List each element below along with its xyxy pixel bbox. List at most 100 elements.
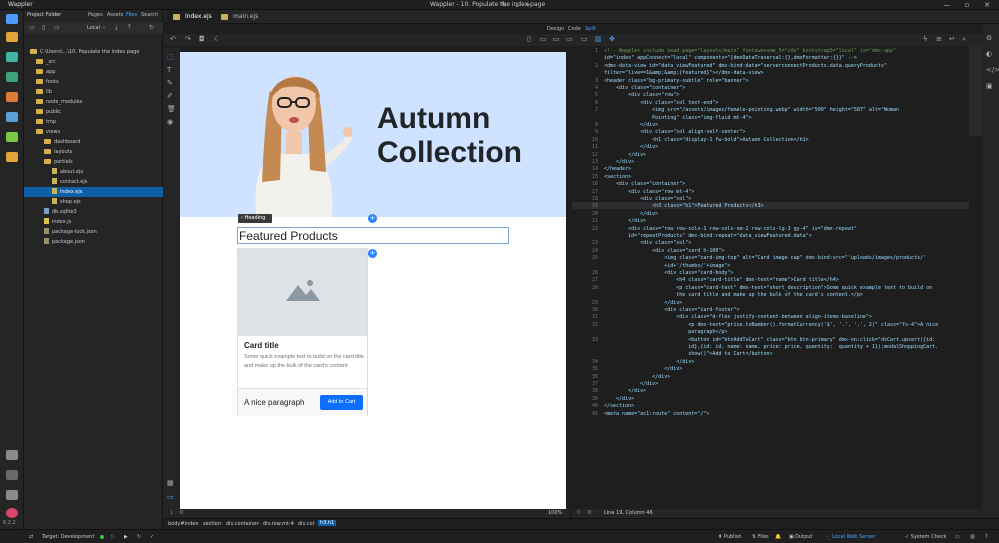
code-line[interactable]: paragraph</p> [604, 329, 727, 335]
breadcrumb-item[interactable]: div.container [226, 521, 258, 527]
code-line[interactable]: </header> [604, 166, 631, 172]
code-error-count[interactable]: 0 [588, 510, 591, 516]
tree-folder-tmp[interactable]: ›tmp [24, 117, 163, 127]
database-icon[interactable] [6, 52, 18, 62]
tree-file-contact[interactable]: contact.ejs [24, 177, 163, 187]
desktop-view-icon[interactable]: ▭ [566, 35, 573, 43]
woman-pointing-image[interactable] [236, 62, 352, 217]
wide-view-icon[interactable]: ▭ [581, 35, 588, 43]
code-line[interactable]: <div class="row mt-4"> [604, 189, 694, 195]
eye-icon[interactable]: ◉ [167, 118, 173, 126]
breadcrumb-item[interactable]: body#index [168, 521, 198, 527]
tab-search[interactable]: Search [141, 12, 158, 18]
pencil-icon[interactable]: ✐ [167, 92, 173, 100]
wrap-icon[interactable]: ↵ [949, 35, 955, 43]
tree-file-index-js[interactable]: index.js [24, 217, 163, 227]
git-icon[interactable] [6, 32, 18, 42]
tree-root[interactable]: ⌄C:\Users\...\10. Populate the index pag… [24, 47, 163, 57]
code-line[interactable]: </div> [604, 159, 634, 165]
bolt-icon[interactable]: ϟ [923, 35, 928, 43]
code-line[interactable]: </div> [604, 300, 682, 306]
files-button[interactable]: ⇅ Files [752, 530, 769, 543]
theme-icon[interactable]: ◐ [986, 50, 992, 58]
camera-icon[interactable]: ◘ [199, 35, 205, 43]
mobile-view-icon[interactable]: ▯ [527, 35, 531, 43]
code-line[interactable]: </div> [604, 359, 694, 365]
code-line[interactable]: <button id="btnAddToCart" class="btn btn… [604, 337, 935, 343]
community-icon[interactable] [6, 470, 18, 480]
tree-folder-partials[interactable]: ›partials [24, 157, 163, 167]
hero-title[interactable]: Autumn Collection [377, 102, 557, 170]
dark-mode-icon[interactable]: ☾ [214, 35, 220, 43]
error-count[interactable]: 0 [180, 510, 183, 516]
terminal-icon[interactable]: ▣ [789, 530, 794, 543]
split-mode-button[interactable]: Split [585, 26, 596, 32]
code-line[interactable]: id},{id: id, name: name, price: price, q… [604, 344, 938, 350]
code-line[interactable]: <div class="card-body"> [604, 270, 733, 276]
workflows-icon[interactable] [6, 92, 18, 102]
code-line[interactable]: filter="live==1&amp;&amp;{featured}"></d… [604, 70, 764, 76]
code-line[interactable]: </div> [604, 396, 634, 402]
download-icon[interactable]: ⤓ [115, 24, 118, 32]
code-line[interactable]: <header class="bg-primary-subtle" role="… [604, 78, 749, 84]
code-line[interactable]: </div> [604, 211, 658, 217]
bell-icon[interactable]: 🔔 [775, 530, 781, 543]
help-icon[interactable]: ? [985, 530, 988, 543]
undo-icon[interactable]: ↶ [170, 35, 176, 43]
code-icon[interactable]: </> [986, 66, 999, 74]
tree-folder-src[interactable]: ›_src [24, 57, 163, 67]
tree-folder-layouts[interactable]: ›layouts [24, 147, 163, 157]
target-select[interactable]: Local [87, 25, 100, 31]
layers-icon[interactable] [6, 132, 18, 142]
run-icon[interactable]: ▷ [111, 530, 115, 543]
code-line[interactable]: id="repeatProducts" dmx-bind:repeat="dat… [604, 233, 812, 239]
pen-icon[interactable]: ✎ [167, 79, 173, 87]
tree-file-package[interactable]: package.json [24, 237, 163, 247]
price-paragraph[interactable]: A nice paragraph [244, 398, 305, 407]
code-warning-count[interactable]: 0 [577, 510, 580, 516]
breadcrumb-item[interactable]: section [203, 521, 221, 527]
tab-files[interactable]: Files [126, 12, 137, 18]
code-line[interactable]: <h3 class="h1">Featured Products</h3> [604, 203, 763, 209]
tree-file-db[interactable]: db.sqlite3 [24, 207, 163, 217]
code-line[interactable]: </section> [604, 403, 634, 409]
code-line[interactable]: </div> [604, 388, 646, 394]
code-line[interactable]: <p dmx-text="price.toNumber().formatCurr… [604, 322, 938, 328]
laptop-view-icon[interactable]: ▭ [553, 35, 560, 43]
card-image-placeholder[interactable] [238, 249, 367, 336]
code-line[interactable]: <!-- Wappler include head-page="layouts/… [604, 48, 896, 54]
code-line[interactable]: <div class="card-footer"> [604, 307, 739, 313]
settings-icon[interactable] [6, 490, 18, 500]
format-icon[interactable]: ≡ [936, 35, 942, 43]
folder-open-icon[interactable]: ▭ [29, 24, 35, 31]
code-line[interactable]: Pointing" class="img-fluid mt-4"> [604, 115, 751, 121]
minimize-icon[interactable]: — [937, 0, 957, 10]
code-line[interactable]: <img class="card-img-top" alt="Card imag… [604, 255, 926, 261]
play-icon[interactable]: ▶ [124, 530, 128, 543]
project-icon[interactable] [6, 14, 18, 24]
extensions-icon[interactable] [6, 450, 18, 460]
trash-icon[interactable]: 🗑 [167, 105, 176, 113]
redo-icon[interactable]: ↷ [185, 35, 191, 43]
close-icon[interactable]: ✕ [977, 0, 997, 10]
code-line[interactable]: <div class="row"> [604, 92, 679, 98]
tab-index-ejs[interactable]: index.ejs [167, 10, 220, 24]
new-folder-icon[interactable]: ▭ [54, 24, 60, 31]
tree-folder-public[interactable]: ›public [24, 107, 163, 117]
new-file-icon[interactable]: ▯ [42, 24, 45, 31]
code-line[interactable]: </div> [604, 366, 682, 372]
chevron-down-icon[interactable]: ⌄ [102, 24, 106, 30]
find-icon[interactable]: ⌕ [962, 35, 966, 44]
code-line[interactable]: <div class="card h-100"> [604, 248, 724, 254]
code-line[interactable]: <div class="container"> [604, 85, 685, 91]
zoom-level[interactable]: 100% [548, 510, 562, 516]
breadcrumb-item-active[interactable]: h3.h1 [318, 520, 337, 526]
target-select[interactable]: Target: Development [42, 530, 94, 543]
code-line[interactable]: <img src="/assets/images/female-pointing… [604, 107, 899, 113]
code-line[interactable]: <dmx-data-view id="data_viewFeatured" dm… [604, 63, 887, 69]
tree-file-package-lock[interactable]: package-lock.json [24, 227, 163, 237]
code-line[interactable]: </div> [604, 152, 646, 158]
resource-manager-icon[interactable] [6, 112, 18, 122]
tree-folder-node-modules[interactable]: ›node_modules [24, 97, 163, 107]
code-line[interactable]: </div> [604, 374, 670, 380]
